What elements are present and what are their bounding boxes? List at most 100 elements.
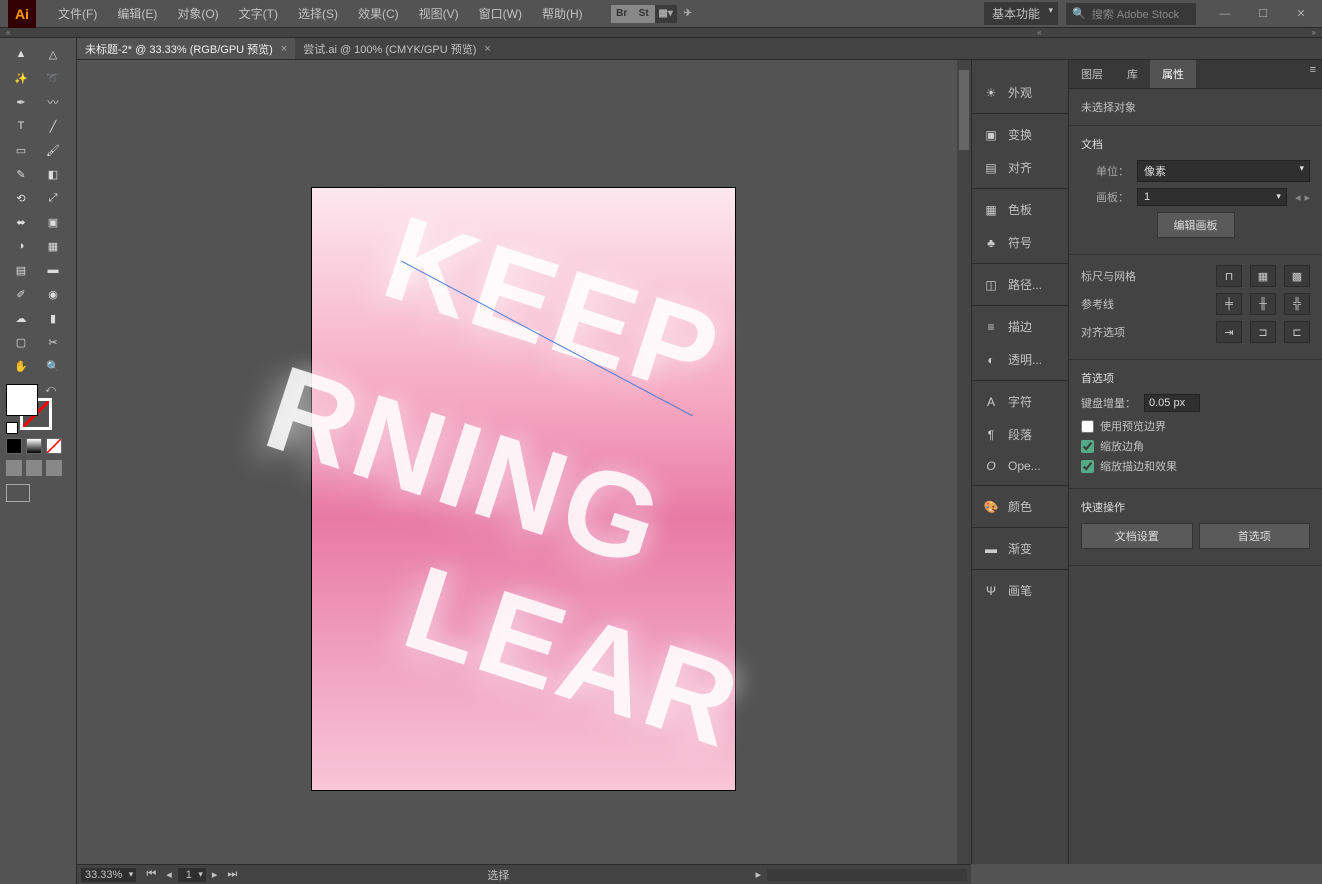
artboard-number[interactable]: 1 (178, 868, 206, 882)
close-button[interactable]: ✕ (1288, 6, 1314, 22)
zoom-dropdown[interactable]: 33.33% (81, 868, 136, 882)
document-tab-1[interactable]: 未标题-2* @ 33.33% (RGB/GPU 预览) × (77, 38, 295, 59)
rotate-tool[interactable]: ⟲ (6, 186, 36, 210)
scale-tool[interactable]: ⤢ (38, 186, 68, 210)
panel-character[interactable]: A字符 (972, 385, 1068, 418)
smart-guides-icon[interactable]: ╬ (1284, 293, 1310, 315)
line-tool[interactable]: ╱ (38, 114, 68, 138)
panel-symbols[interactable]: ♣符号 (972, 226, 1068, 259)
menu-select[interactable]: 选择(S) (288, 5, 348, 22)
next-artboard-button[interactable]: ▸ (208, 868, 222, 882)
panel-brushes[interactable]: Ψ画笔 (972, 574, 1068, 607)
hand-tool[interactable]: ✋ (6, 354, 36, 378)
eraser-tool[interactable]: ◧ (38, 162, 68, 186)
eyedropper-tool[interactable]: ✐ (6, 282, 36, 306)
panel-transparency[interactable]: ◐透明... (972, 343, 1068, 376)
canvas-area[interactable]: KEEP RNING LEAR (77, 60, 971, 864)
free-transform-tool[interactable]: ▣ (38, 210, 68, 234)
tab-properties[interactable]: 属性 (1150, 60, 1196, 88)
draw-behind[interactable] (26, 460, 42, 476)
show-guides-icon[interactable]: ╪ (1216, 293, 1242, 315)
panel-appearance[interactable]: ☀外观 (972, 76, 1068, 109)
menu-help[interactable]: 帮助(H) (532, 5, 593, 22)
collapse-mid-icon[interactable]: « (1031, 28, 1047, 37)
color-none[interactable] (46, 438, 62, 454)
collapse-right-icon[interactable]: » (1306, 28, 1322, 37)
type-tool[interactable]: T (6, 114, 36, 138)
document-tab-2[interactable]: 尝试.ai @ 100% (CMYK/GPU 预览) × (295, 38, 499, 59)
snap-pixel-icon[interactable]: ⊏ (1284, 321, 1310, 343)
menu-object[interactable]: 对象(O) (167, 5, 228, 22)
selection-tool[interactable]: ▲ (6, 42, 36, 66)
menu-type[interactable]: 文字(T) (229, 5, 288, 22)
swap-fill-stroke-icon[interactable]: ⤺ (45, 384, 56, 395)
panel-opentype[interactable]: OOpe... (972, 451, 1068, 481)
units-select[interactable]: 像素 (1137, 160, 1310, 182)
shape-builder-tool[interactable]: ◑ (6, 234, 36, 258)
direct-selection-tool[interactable]: △ (38, 42, 68, 66)
graph-tool[interactable]: ▮ (38, 306, 68, 330)
tab-layers[interactable]: 图层 (1069, 60, 1115, 88)
menu-edit[interactable]: 编辑(E) (107, 5, 167, 22)
color-gradient[interactable] (26, 438, 42, 454)
close-tab-icon[interactable]: × (484, 43, 490, 55)
lock-guides-icon[interactable]: ╫ (1250, 293, 1276, 315)
doc-setup-button[interactable]: 文档设置 (1081, 523, 1193, 549)
menu-file[interactable]: 文件(F) (48, 5, 107, 22)
workspace-dropdown[interactable]: 基本功能 (984, 2, 1058, 25)
blend-tool[interactable]: ◉ (38, 282, 68, 306)
edit-artboard-button[interactable]: 编辑画板 (1157, 212, 1235, 238)
check-preview-bounds[interactable]: 使用预览边界 (1081, 418, 1310, 434)
zoom-tool[interactable]: 🔍 (38, 354, 68, 378)
shaper-tool[interactable]: ✎ (6, 162, 36, 186)
color-black[interactable] (6, 438, 22, 454)
collapse-left-icon[interactable]: « (0, 28, 16, 37)
curvature-tool[interactable]: 〰 (38, 90, 68, 114)
minimize-button[interactable]: — (1212, 6, 1238, 22)
panel-menu-icon[interactable]: ≡ (1304, 60, 1322, 88)
transparency-grid-icon[interactable]: ▩ (1284, 265, 1310, 287)
panel-transform[interactable]: ▣变换 (972, 118, 1068, 151)
paintbrush-tool[interactable]: 🖌 (38, 138, 68, 162)
search-input[interactable]: 🔍 搜索 Adobe Stock (1066, 3, 1196, 25)
menu-view[interactable]: 视图(V) (409, 5, 469, 22)
horizontal-scrollbar[interactable] (767, 869, 967, 881)
prefs-button[interactable]: 首选项 (1199, 523, 1311, 549)
panel-color[interactable]: 🎨颜色 (972, 490, 1068, 523)
fill-stroke-control[interactable]: ⤺ (6, 384, 56, 434)
panel-swatches[interactable]: ▦色板 (972, 193, 1068, 226)
prev-artboard-button[interactable]: ◂ (1295, 191, 1301, 204)
status-menu-icon[interactable]: ▸ (755, 868, 761, 881)
vertical-scrollbar[interactable] (957, 60, 971, 864)
draw-inside[interactable] (46, 460, 62, 476)
kbd-incr-input[interactable] (1144, 394, 1200, 412)
menu-effect[interactable]: 效果(C) (348, 5, 409, 22)
prev-artboard-button[interactable]: ◂ (162, 868, 176, 882)
panel-stroke[interactable]: ≡描边 (972, 310, 1068, 343)
slice-tool[interactable]: ✂ (38, 330, 68, 354)
arrange-icon[interactable]: ▦▾ (655, 5, 677, 23)
tab-libraries[interactable]: 库 (1115, 60, 1150, 88)
snap-point-icon[interactable]: ⇥ (1216, 321, 1242, 343)
draw-normal[interactable] (6, 460, 22, 476)
fill-swatch[interactable] (6, 384, 38, 416)
check-scale-strokes[interactable]: 缩放描边和效果 (1081, 458, 1310, 474)
magic-wand-tool[interactable]: ✨ (6, 66, 36, 90)
panel-pathfinder[interactable]: ◫路径... (972, 268, 1068, 301)
mesh-tool[interactable]: ▤ (6, 258, 36, 282)
artboard-tool[interactable]: ▢ (6, 330, 36, 354)
snap-grid-icon[interactable]: ⊐ (1250, 321, 1276, 343)
default-fill-stroke-icon[interactable] (6, 422, 18, 434)
lasso-tool[interactable]: ➰ (38, 66, 68, 90)
last-artboard-button[interactable]: ⏭ (223, 868, 241, 882)
maximize-button[interactable]: ☐ (1250, 6, 1276, 22)
artboard[interactable]: KEEP RNING LEAR (311, 187, 736, 791)
rectangle-tool[interactable]: ▭ (6, 138, 36, 162)
pen-tool[interactable]: ✒ (6, 90, 36, 114)
perspective-tool[interactable]: ▦ (38, 234, 68, 258)
gpu-icon[interactable]: ✈ (677, 5, 699, 23)
ruler-icon[interactable]: ⊓ (1216, 265, 1242, 287)
gradient-tool[interactable]: ▬ (38, 258, 68, 282)
bridge-icon[interactable]: Br (611, 5, 633, 23)
screen-mode-icon[interactable] (6, 484, 30, 502)
